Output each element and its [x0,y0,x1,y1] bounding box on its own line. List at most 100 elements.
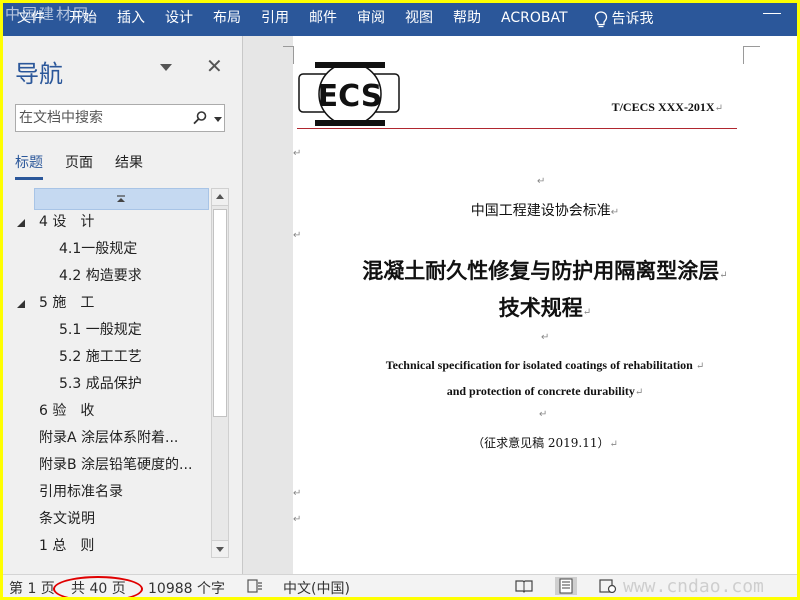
arrow-up-icon [216,194,224,199]
heading-label: 引用标准名录 [39,484,123,500]
paragraph-mark: ↵ [293,148,302,159]
title-line-1-text: 混凝土耐久性修复与防护用隔离型涂层 [362,258,720,283]
paragraph-mark: ↵ [537,176,546,187]
document-title-line-1: 混凝土耐久性修复与防护用隔离型涂层↵ [293,255,797,285]
heading-label: 4.1一般规定 [59,241,138,257]
draft-note-text: （征求意见稿 2019.11） [472,436,610,450]
heading-item[interactable]: 引用标准名录 [3,479,211,506]
scroll-down-button[interactable] [212,540,228,557]
logo-text: ECS [318,79,383,114]
heading-item[interactable]: 附录A 涂层体系附着... [3,425,211,452]
heading-label: 5 施 工 [39,295,95,311]
heading-label: 1 总 则 [39,538,95,554]
watermark-bottom: www.cndao.com [623,576,764,597]
collapse-up-icon [117,195,125,202]
heading-label: 条文说明 [39,511,95,527]
heading-item[interactable]: 4 设 计 [3,209,211,236]
heading-item[interactable]: 4.1一般规定 [3,236,211,263]
heading-item[interactable]: 5.2 施工工艺 [3,344,211,371]
ribbon-tab-bar: 文件 开始 插入 设计 布局 引用 邮件 审阅 视图 帮助 ACROBAT 告诉… [3,3,797,36]
heading-item[interactable]: 条文说明 [3,506,211,533]
scrollbar-thumb[interactable] [213,209,227,417]
paragraph-mark: ↵ [539,409,548,420]
document-area[interactable]: ECS T/CECS XXX-201X↵ ↵ ↵ 中国工程建设协会标准↵ ↵ 混… [244,36,797,574]
tab-layout[interactable]: 布局 [203,3,251,36]
page-number[interactable]: 第 1 页 [9,578,55,597]
tell-me-button[interactable]: 告诉我 [584,3,664,36]
standard-code-text: T/CECS XXX-201X [611,100,715,114]
heading-item[interactable]: 5.1 一般规定 [3,317,211,344]
tab-headings[interactable]: 标题 [15,152,43,180]
english-title-line-1: Technical specification for isolated coa… [293,358,797,373]
heading-item[interactable]: 6 验 收 [3,398,211,425]
proofing-icon[interactable] [247,579,263,593]
association-name: 中国工程建设协会标准↵ [293,200,797,220]
document-title-line-2: 技术规程↵ [293,292,797,322]
paragraph-mark: ↵ [293,230,302,241]
heading-label: 4.2 构造要求 [59,268,142,284]
paragraph-mark: ↵ [609,439,618,450]
tab-pages[interactable]: 页面 [65,152,93,180]
paragraph-mark: ↵ [719,270,728,281]
heading-item[interactable]: 1 总 则 [3,533,211,560]
heading-item[interactable]: 4.2 构造要求 [3,263,211,290]
paragraph-mark: ↵ [634,387,644,398]
heading-item[interactable]: 附录B 涂层铅笔硬度的... [3,452,211,479]
collapse-all-bar[interactable] [34,188,209,210]
paragraph-mark: ↵ [541,332,550,343]
tab-home[interactable]: 开始 [59,3,107,36]
highlight-ring [53,576,143,597]
heading-list: 4 设 计 4.1一般规定 4.2 构造要求 5 施 工 5.1 一般规定 5.… [3,209,211,560]
header-rule [297,128,737,129]
heading-label: 6 验 收 [39,403,95,419]
word-window: 文件 开始 插入 设计 布局 引用 邮件 审阅 视图 帮助 ACROBAT 告诉… [3,3,797,597]
word-count[interactable]: 10988 个字 [148,578,225,597]
read-mode-icon[interactable] [515,579,533,593]
paragraph-mark: ↵ [293,514,302,525]
ecs-logo: ECS [298,62,400,126]
heading-label: 附录A 涂层体系附着... [39,430,179,446]
heading-item[interactable]: 5 施 工 [3,290,211,317]
document-page[interactable]: ECS T/CECS XXX-201X↵ ↵ ↵ 中国工程建设协会标准↵ ↵ 混… [283,36,797,574]
paragraph-mark: ↵ [714,103,723,114]
nav-tabs: 标题 页面 结果 [15,152,165,180]
tab-view[interactable]: 视图 [395,3,443,36]
arrow-down-icon [216,547,224,552]
tab-file[interactable]: 文件 [3,3,59,36]
heading-item[interactable]: 5.3 成品保护 [3,371,211,398]
scroll-up-button[interactable] [212,189,228,206]
dropdown-triangle-icon[interactable] [159,62,173,72]
tell-me-label: 告诉我 [611,11,654,27]
heading-label: 5.2 施工工艺 [59,349,142,365]
tab-mailings[interactable]: 邮件 [299,3,347,36]
web-layout-icon[interactable] [599,579,617,593]
tab-acrobat[interactable]: ACROBAT [491,3,578,36]
tab-insert[interactable]: 插入 [107,3,155,36]
status-bar: 第 1 页 共 40 页 10988 个字 中文(中国) www.cndao.c… [3,574,797,597]
english-line-2-text: and protection of concrete durability [446,384,635,398]
heading-label: 5.3 成品保护 [59,376,142,392]
language-indicator[interactable]: 中文(中国) [283,578,350,597]
crop-mark [283,46,293,47]
search-box[interactable] [15,104,225,132]
paragraph-mark: ↵ [695,361,705,372]
nav-pane-title: 导航 [15,60,63,88]
tab-review[interactable]: 审阅 [347,3,395,36]
lightbulb-icon [594,10,607,27]
expanded-triangle-icon[interactable] [17,219,25,227]
navigation-pane: 导航 ✕ 标题 页面 结果 [3,36,243,574]
print-layout-icon[interactable] [555,577,577,595]
heading-label: 5.1 一般规定 [59,322,142,338]
tab-help[interactable]: 帮助 [443,3,491,36]
tab-results[interactable]: 结果 [115,152,143,180]
close-icon[interactable]: ✕ [206,56,223,76]
search-input[interactable] [16,106,184,130]
tab-design[interactable]: 设计 [155,3,203,36]
tab-references[interactable]: 引用 [251,3,299,36]
chevron-down-icon[interactable] [214,117,222,122]
expanded-triangle-icon[interactable] [17,300,25,308]
search-icon[interactable] [192,110,208,126]
standard-code: T/CECS XXX-201X↵ [563,100,723,115]
nav-scrollbar[interactable] [211,188,229,558]
draft-note: （征求意见稿 2019.11）↵ [293,434,797,451]
